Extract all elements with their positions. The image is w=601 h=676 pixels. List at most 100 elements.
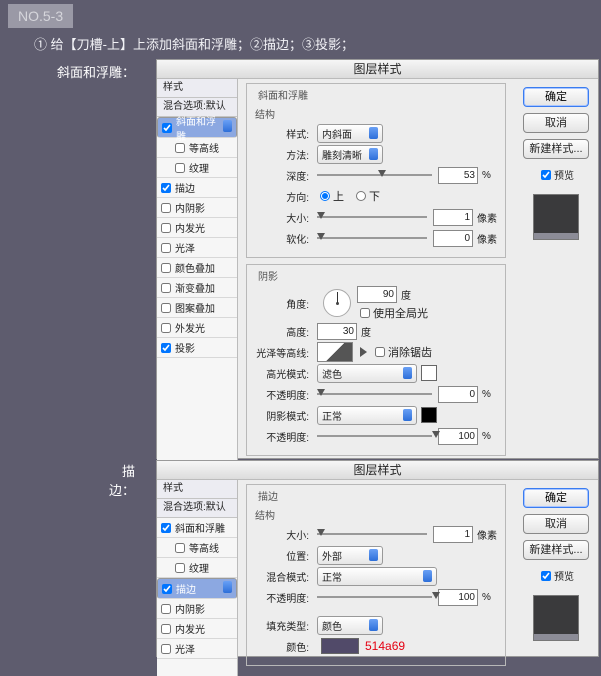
sidebar-check-satin[interactable] [161, 243, 171, 253]
sidebar-check-innershadow[interactable] [161, 604, 171, 614]
angle-input[interactable]: 90 [357, 286, 397, 303]
direction-down-label: 下 [369, 188, 380, 204]
stroke-blend-select[interactable]: 正常 [317, 567, 437, 586]
sidebar-item-outerglow[interactable]: 外发光 [157, 318, 237, 338]
sidebar-check-contour[interactable] [175, 143, 185, 153]
angle-dial[interactable] [323, 289, 351, 317]
sidebar-check-innerglow[interactable] [161, 624, 171, 634]
cancel-button[interactable]: 取消 [523, 113, 589, 133]
sidebar-check-gradientoverlay[interactable] [161, 283, 171, 293]
ok-button[interactable]: 确定 [523, 488, 589, 508]
preview-check[interactable] [541, 571, 551, 581]
shadow-opacity-input[interactable]: 100 [438, 428, 478, 445]
stroke-size-input[interactable]: 1 [433, 526, 473, 543]
sidebar-check-coloroverlay[interactable] [161, 263, 171, 273]
sidebar-item-satin[interactable]: 光泽 [157, 639, 237, 659]
soften-input[interactable]: 0 [433, 230, 473, 247]
shadow-mode-select[interactable]: 正常 [317, 406, 417, 425]
sidebar-check-stroke[interactable] [162, 584, 172, 594]
shadow-color-swatch[interactable] [421, 407, 437, 423]
sidebar-item-label: 图案叠加 [175, 300, 215, 315]
sidebar-item-contour[interactable]: 等高线 [157, 538, 237, 558]
sidebar-item-gradientoverlay[interactable]: 渐变叠加 [157, 278, 237, 298]
sidebar-item-label: 描边 [176, 581, 210, 596]
highlight-opacity-input[interactable]: 0 [438, 386, 478, 403]
dialog-title: 图层样式 [157, 60, 598, 79]
stroke-color-label: 颜色: [255, 639, 309, 654]
global-light-check[interactable] [360, 308, 370, 318]
sidebar-item-stroke[interactable]: 描边 [157, 178, 237, 198]
sidebar-check-bevel[interactable] [161, 523, 171, 533]
stroke-opacity-slider[interactable] [317, 596, 432, 598]
stroke-opacity-unit: % [482, 592, 491, 603]
sidebar-check-dropshadow[interactable] [161, 343, 171, 353]
sidebar-check-satin[interactable] [161, 644, 171, 654]
new-style-button[interactable]: 新建样式... [523, 139, 589, 159]
soften-slider[interactable] [317, 237, 427, 239]
sidebar-header-styles[interactable]: 样式 [157, 79, 237, 98]
cancel-button[interactable]: 取消 [523, 514, 589, 534]
sidebar-check-texture[interactable] [175, 563, 185, 573]
sidebar-item-texture[interactable]: 纹理 [157, 158, 237, 178]
new-style-button[interactable]: 新建样式... [523, 540, 589, 560]
style-label: 样式: [255, 126, 309, 141]
stroke-group-label: 描边 [255, 488, 281, 503]
fill-type-select[interactable]: 颜色 [317, 616, 383, 635]
stroke-color-swatch[interactable] [321, 638, 359, 654]
shadow-opacity-slider[interactable] [317, 435, 432, 437]
sidebar-check-bevel[interactable] [162, 123, 172, 133]
gloss-contour[interactable] [317, 342, 353, 362]
direction-down-radio[interactable] [356, 191, 366, 201]
sidebar-item-stroke[interactable]: 描边 [157, 578, 237, 599]
sidebar-item-innerglow[interactable]: 内发光 [157, 619, 237, 639]
sidebar-item-bevel[interactable]: 斜面和浮雕 [157, 117, 237, 138]
shadow-mode-label: 阴影模式: [255, 408, 309, 423]
sidebar-check-contour[interactable] [175, 543, 185, 553]
size-slider[interactable] [317, 216, 427, 218]
right-button-panel: 确定 取消 新建样式... 预览 [514, 79, 598, 466]
direction-up-label: 上 [333, 188, 344, 204]
size-input[interactable]: 1 [433, 209, 473, 226]
sidebar-check-innerglow[interactable] [161, 223, 171, 233]
preview-check[interactable] [541, 170, 551, 180]
stroke-pos-label: 位置: [255, 548, 309, 563]
sidebar-item-patternoverlay[interactable]: 图案叠加 [157, 298, 237, 318]
highlight-color-swatch[interactable] [421, 365, 437, 381]
sidebar-item-satin[interactable]: 光泽 [157, 238, 237, 258]
sidebar-check-patternoverlay[interactable] [161, 303, 171, 313]
size-unit: 像素 [477, 210, 497, 225]
gloss-arrow-icon[interactable] [360, 347, 367, 357]
sidebar-item-innershadow[interactable]: 内阴影 [157, 198, 237, 218]
sidebar-item-bevel[interactable]: 斜面和浮雕 [157, 518, 237, 538]
direction-up-radio[interactable] [320, 191, 330, 201]
sidebar-check-texture[interactable] [175, 163, 185, 173]
stroke-size-slider[interactable] [317, 533, 427, 535]
antialias-check[interactable] [375, 347, 385, 357]
sidebar-check-stroke[interactable] [161, 183, 171, 193]
soften-unit: 像素 [477, 231, 497, 246]
altitude-input[interactable]: 30 [317, 323, 357, 340]
sidebar-header-blend[interactable]: 混合选项:默认 [157, 499, 237, 518]
struct-label: 结构 [255, 507, 497, 522]
settings-panel: 斜面和浮雕 结构 样式:内斜面 方法:雕刻清晰 深度:.sld::after{l… [238, 79, 514, 466]
sidebar-check-outerglow[interactable] [161, 323, 171, 333]
dialog-title: 图层样式 [157, 461, 598, 480]
sidebar-item-coloroverlay[interactable]: 颜色叠加 [157, 258, 237, 278]
sidebar-item-dropshadow[interactable]: 投影 [157, 338, 237, 358]
stroke-opacity-input[interactable]: 100 [438, 589, 478, 606]
sidebar-header-styles[interactable]: 样式 [157, 480, 237, 499]
depth-input[interactable]: 53 [438, 167, 478, 184]
depth-slider[interactable]: .sld::after{left:var(--p,0)} [317, 174, 432, 176]
technique-select[interactable]: 雕刻清晰 [317, 145, 383, 164]
sidebar-item-innerglow[interactable]: 内发光 [157, 218, 237, 238]
sidebar-item-label: 描边 [175, 180, 195, 195]
stroke-pos-select[interactable]: 外部 [317, 546, 383, 565]
highlight-mode-select[interactable]: 滤色 [317, 364, 417, 383]
ok-button[interactable]: 确定 [523, 87, 589, 107]
sidebar-item-label: 投影 [175, 340, 195, 355]
sidebar-check-innershadow[interactable] [161, 203, 171, 213]
sidebar-item-innershadow[interactable]: 内阴影 [157, 599, 237, 619]
highlight-opacity-slider[interactable] [317, 393, 432, 395]
style-select[interactable]: 内斜面 [317, 124, 383, 143]
sidebar-item-texture[interactable]: 纹理 [157, 558, 237, 578]
